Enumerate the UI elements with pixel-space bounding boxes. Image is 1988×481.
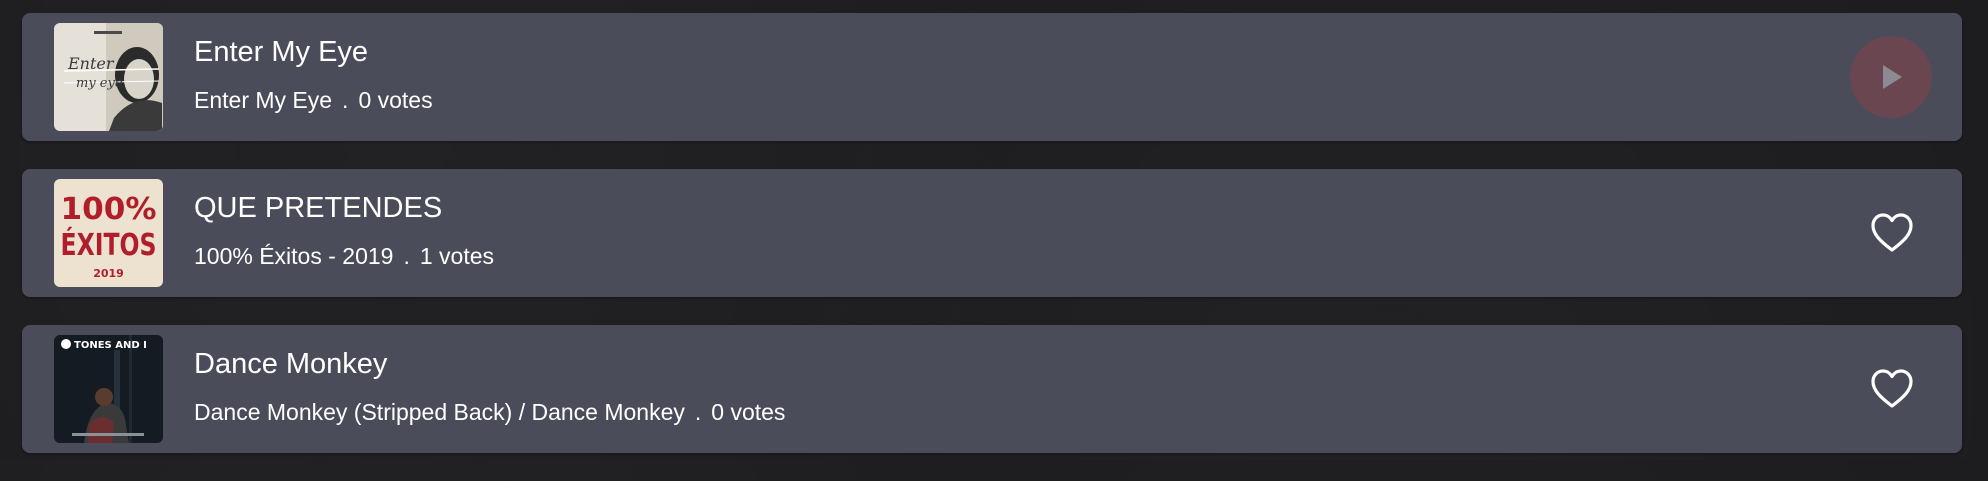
cover-text: ÉXITOS xyxy=(61,227,157,263)
album-cover: Enter my eye xyxy=(54,23,163,131)
track-meta: Dance Monkey (Stripped Back) / Dance Mon… xyxy=(194,399,785,426)
vote-count: 0 votes xyxy=(358,87,433,113)
album-cover: TONES AND I xyxy=(54,335,163,443)
cover-text: 2019 xyxy=(93,267,124,280)
cover-text: Enter xyxy=(67,54,115,73)
track-row[interactable]: TONES AND I Dance Monkey Dance Monkey (S… xyxy=(22,325,1962,453)
album-cover-100-exitos-icon: 100% ÉXITOS 2019 xyxy=(54,179,163,287)
heart-outline-icon xyxy=(1871,369,1913,408)
track-title: Enter My Eye xyxy=(194,36,369,68)
meta-separator: . xyxy=(342,87,349,113)
album-name: Enter My Eye xyxy=(194,87,333,113)
meta-separator: . xyxy=(694,399,702,425)
track-row[interactable]: Enter my eye Enter My Eye Enter My Eye. 0… xyxy=(22,13,1962,141)
play-icon xyxy=(1883,65,1902,89)
album-name: 100% Éxitos - 2019 xyxy=(194,243,394,269)
track-title: QUE PRETENDES xyxy=(194,192,443,224)
album-cover: 100% ÉXITOS 2019 xyxy=(54,179,163,287)
vote-count: 0 votes xyxy=(711,399,786,425)
album-cover-dance-monkey-icon: TONES AND I xyxy=(54,335,163,443)
album-name: Dance Monkey (Stripped Back) / Dance Mon… xyxy=(194,399,685,425)
track-title: Dance Monkey xyxy=(194,348,388,380)
cover-text: 100% xyxy=(61,192,157,227)
track-list: Enter my eye Enter My Eye Enter My Eye. 0… xyxy=(22,13,1962,481)
track-meta: Enter My Eye. 0 votes xyxy=(194,87,433,114)
cover-text: my eye xyxy=(76,76,123,91)
like-button[interactable] xyxy=(1869,366,1915,412)
album-cover-enter-my-eye-icon: Enter my eye xyxy=(54,23,163,131)
like-button[interactable] xyxy=(1869,210,1915,256)
vote-count: 1 votes xyxy=(419,243,494,269)
heart-outline-icon xyxy=(1871,213,1913,252)
cover-text: TONES AND I xyxy=(74,340,147,351)
play-button[interactable] xyxy=(1850,36,1932,118)
meta-separator: . xyxy=(403,243,410,269)
track-row[interactable]: 100% ÉXITOS 2019 QUE PRETENDES 100% Éxit… xyxy=(22,169,1962,297)
track-meta: 100% Éxitos - 2019. 1 votes xyxy=(194,243,494,270)
